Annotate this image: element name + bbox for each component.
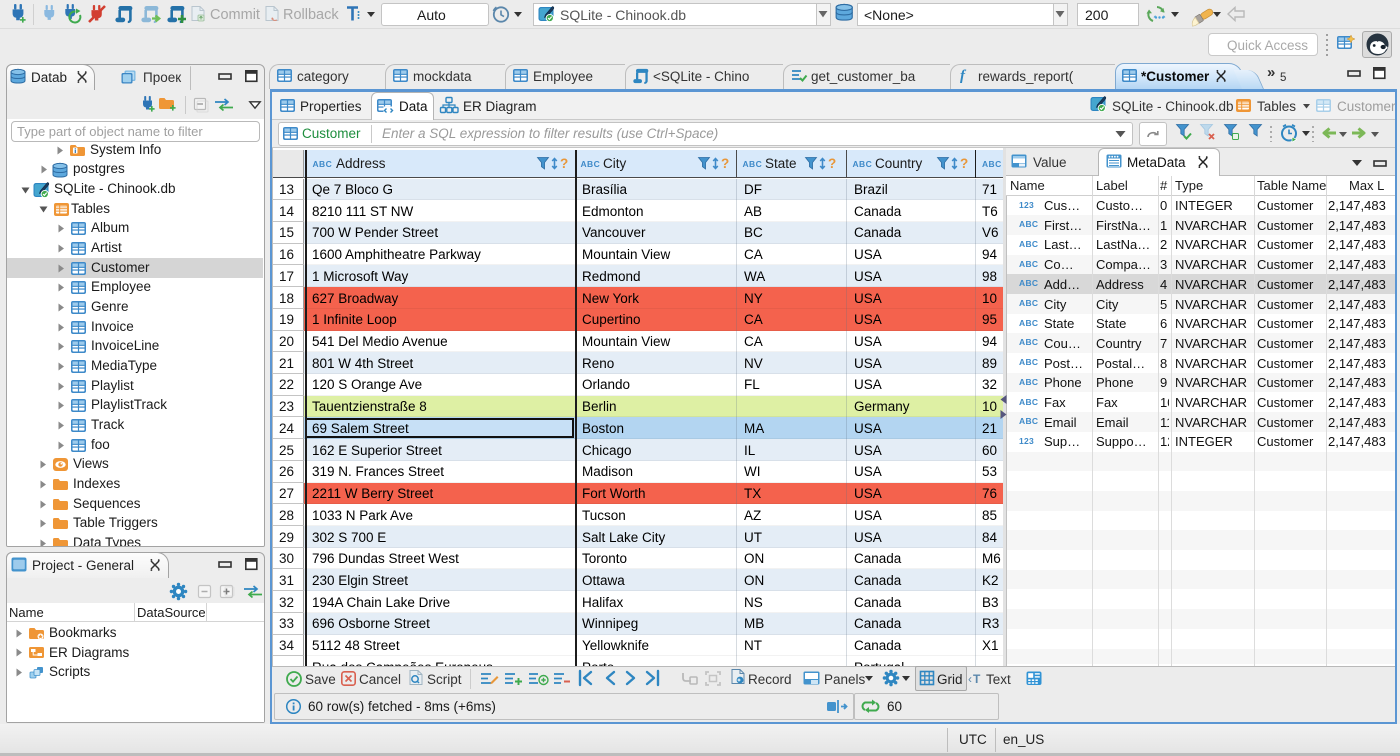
svg-text:‹: ‹ xyxy=(968,672,972,686)
svg-text:T: T xyxy=(973,672,981,686)
svg-text:f: f xyxy=(960,68,967,84)
